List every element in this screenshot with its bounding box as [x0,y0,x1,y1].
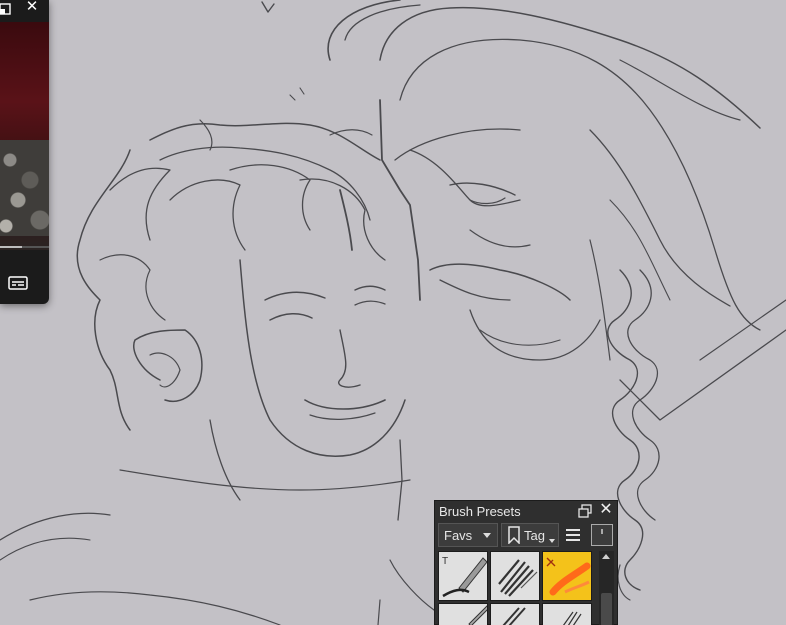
captions-button[interactable] [8,275,28,291]
restore-window-button[interactable] [0,2,12,16]
tag-filter-dropdown[interactable]: Favs [438,523,498,547]
float-docker-icon [578,504,592,518]
tag-button-label: Tag [524,528,545,543]
video-content [0,140,49,236]
close-player-button[interactable]: ✕ [24,0,40,16]
bristle-brush-icon [562,611,582,625]
video-progress-bar[interactable] [0,246,49,248]
marker-brush-icon [546,557,591,596]
ink-pen-brush-icon: T [442,556,487,598]
docker-title: Brush Presets [439,504,521,519]
close-icon: ✕ [599,501,613,518]
preset-info-button[interactable] [591,524,613,546]
docker-menu-button[interactable] [565,527,581,543]
hamburger-menu-icon [566,529,580,541]
close-icon: ✕ [25,0,39,15]
scrollbar-thumb[interactable] [601,593,612,625]
brush-preset-grid[interactable]: T [438,551,596,625]
tag-filter-value: Favs [444,528,473,543]
tag-button[interactable]: Tag [501,523,559,547]
video-progress-fill [0,246,23,248]
bookmark-icon [508,526,520,544]
brush-preset-ink-pen[interactable]: T [438,551,488,601]
brush-presets-docker[interactable]: Brush Presets ✕ Favs Tag T [434,500,618,625]
drawing-canvas[interactable] [0,0,786,625]
svg-text:T: T [442,556,448,567]
brush-preset-hatching[interactable] [490,603,540,625]
float-docker-button[interactable] [577,503,593,519]
close-docker-button[interactable]: ✕ [598,502,614,518]
hatching-brush-icon [502,607,526,625]
brush-preset-marker[interactable] [542,551,592,601]
brush-preset-pencil[interactable] [438,603,488,625]
chevron-down-icon [483,533,491,538]
chevron-down-icon [549,539,555,543]
restore-window-icon [0,3,11,15]
sketch-lines [0,0,786,625]
mini-video-player[interactable]: ✕ [0,0,49,304]
preset-scrollbar[interactable] [599,551,614,625]
info-icon [601,529,603,534]
charcoal-texture-brush-icon [498,559,538,597]
closed-captions-icon [8,276,28,290]
brush-preset-charcoal[interactable] [490,551,540,601]
scroll-up-icon[interactable] [602,554,610,559]
brush-preset-bristle[interactable] [542,603,592,625]
pencil-brush-icon [468,605,487,625]
